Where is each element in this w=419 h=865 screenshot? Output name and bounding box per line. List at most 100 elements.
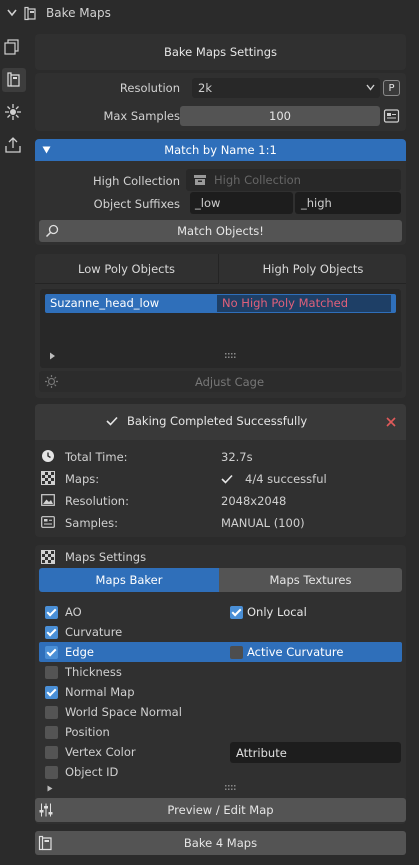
adjust-cage-button[interactable]: Adjust Cage [39,375,419,389]
checkbox-object-id[interactable] [45,766,58,779]
tab-maps-textures[interactable]: Maps Textures [219,568,402,592]
vertex-color-attribute-field[interactable]: Attribute [230,742,401,763]
check-icon [221,474,233,484]
panel-title: Bake Maps [46,6,111,20]
map-label-object-id: Object ID [65,765,119,779]
only-local-label: Only Local [247,605,307,619]
checkbox-ao[interactable] [45,606,58,619]
list-resize-handle[interactable] [225,353,237,359]
close-icon[interactable] [386,417,396,427]
list-resize-handle[interactable] [225,785,237,791]
checkbox-position[interactable] [45,726,58,739]
map-row-position[interactable]: Position [39,722,402,742]
resolution-preset-button[interactable]: P [383,80,400,96]
max-samples-value: 100 [269,109,291,123]
sidebar [0,30,28,170]
map-label-edge: Edge [65,645,94,659]
max-samples-slider[interactable]: 100 [180,106,380,126]
map-row-world-space-normal[interactable]: World Space Normal [39,702,402,722]
result-status-bar: Baking Completed Successfully [35,404,406,440]
chevron-down-icon [366,84,375,91]
only-local-row[interactable]: Only Local [228,602,402,622]
match-objects-button[interactable]: Match Objects! [39,220,402,242]
search-icon [45,224,59,238]
map-row-ao[interactable]: AO [39,602,219,622]
checker-icon [41,550,55,564]
object-list[interactable]: Suzanne_head_low No High Poly Matched [40,289,401,368]
sidebar-tab-maps[interactable] [2,35,24,59]
high-suffix-field[interactable]: _high [295,192,401,214]
samples-settings-icon[interactable] [383,108,400,124]
sidebar-tab-tools[interactable] [2,100,24,124]
object-suffixes-label: Object Suffixes [93,197,180,211]
high-object-status: No High Poly Matched [217,295,391,312]
checkbox-world-space-normal[interactable] [45,706,58,719]
high-collection-label: High Collection [93,174,180,188]
preview-edit-map-button[interactable]: Preview / Edit Map [35,798,406,822]
high-suffix-value: _high [301,196,332,210]
sliders-icon [39,803,53,817]
resolution-dropdown[interactable]: 2k [192,78,380,98]
settings-panel: Bake Maps Settings [35,34,406,70]
bake-icon [38,835,54,851]
checkbox-curvature[interactable] [45,626,58,639]
checkbox-thickness[interactable] [45,666,58,679]
tab-low-poly-objects[interactable]: Low Poly Objects [35,254,219,284]
checkbox-active-curvature[interactable] [230,646,243,659]
tab-maps-baker[interactable]: Maps Baker [39,568,219,592]
panel-header[interactable]: Bake Maps [0,0,419,28]
low-suffix-value: _low [195,196,221,210]
collection-icon [193,174,207,186]
tab-high-poly-objects[interactable]: High Poly Objects [220,254,406,284]
map-label-normal-map: Normal Map [65,685,135,699]
resolution-result-value: 2048x2048 [221,494,287,508]
active-curvature-label: Active Curvature [247,645,344,659]
tab-maps-baker-label: Maps Baker [95,573,163,587]
samples-result-label: Samples: [65,516,118,530]
tab-low-poly-label: Low Poly Objects [78,261,175,276]
checkbox-normal-map[interactable] [45,686,58,699]
sidebar-tab-export[interactable] [2,133,24,157]
resolution-label: Resolution [119,81,180,95]
map-label-vertex-color: Vertex Color [65,745,136,759]
resolution-value: 2k [198,81,212,95]
total-time-value: 32.7s [221,450,253,464]
max-samples-label: Max Samples [103,109,180,123]
result-status-text: Baking Completed Successfully [127,414,308,428]
map-label-world-space-normal: World Space Normal [65,705,182,719]
match-panel-header[interactable]: Match by Name 1:1 [35,139,406,161]
list-expand-icon[interactable] [49,352,56,360]
map-label-curvature: Curvature [65,625,123,639]
chevron-down-icon[interactable] [7,9,17,17]
map-row-object-id[interactable]: Object ID [39,762,402,782]
map-row-curvature[interactable]: Curvature [39,622,402,642]
map-label-thickness: Thickness [65,665,122,679]
low-suffix-field[interactable]: _low [190,192,293,214]
maps-label: Maps: [65,472,100,486]
map-row-normal-map[interactable]: Normal Map [39,682,402,702]
high-collection-field[interactable]: High Collection [186,169,401,191]
bake-maps-settings-button[interactable]: Bake Maps Settings [35,34,406,70]
maps-value: 4/4 successful [245,472,327,486]
tab-maps-textures-label: Maps Textures [269,573,352,587]
map-label-position: Position [65,725,110,739]
list-item[interactable]: Suzanne_head_low No High Poly Matched [45,294,396,313]
checkbox-edge[interactable] [45,646,58,659]
bake-icon [24,6,38,21]
list-expand-icon[interactable] [47,785,53,792]
resolution-result-label: Resolution: [65,494,129,508]
vertex-color-attribute-value: Attribute [236,745,287,760]
high-object-name: No High Poly Matched [222,296,349,310]
checkbox-vertex-color[interactable] [45,746,58,759]
resolution-panel: Resolution 2k P Max Samples 100 [35,73,406,131]
clock-icon [41,449,55,463]
sidebar-tab-bake[interactable] [2,68,26,92]
map-row-thickness[interactable]: Thickness [39,662,402,682]
map-row-edge[interactable]: Edge Active Curvature [39,642,402,662]
bake-maps-button[interactable]: Bake 4 Maps [35,831,406,855]
adjust-cage-row: Adjust Cage [39,371,402,392]
checker-icon [41,471,55,485]
map-row-vertex-color[interactable]: Vertex Color [39,742,219,762]
check-icon [106,416,118,426]
checkbox-only-local[interactable] [230,606,243,619]
